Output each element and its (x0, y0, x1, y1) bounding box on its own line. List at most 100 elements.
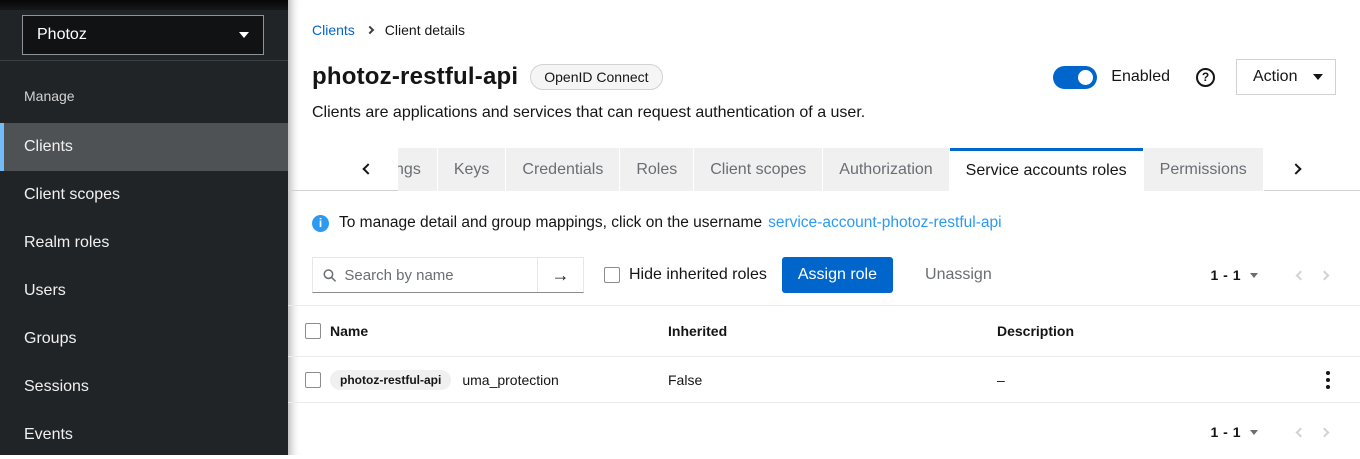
info-icon: i (312, 215, 329, 232)
help-icon[interactable]: ? (1196, 68, 1215, 87)
info-alert: i To manage detail and group mappings, c… (312, 214, 1336, 232)
chevron-right-icon (1319, 270, 1329, 280)
chevron-left-icon (1295, 270, 1305, 280)
unassign-button[interactable]: Unassign (925, 266, 992, 284)
action-dropdown-label: Action (1253, 68, 1297, 86)
header-controls: Enabled ? Action (1053, 59, 1336, 95)
hide-inherited-checkbox[interactable] (604, 267, 620, 283)
role-name-cell: photoz-restful-api uma_protection (330, 370, 668, 390)
action-dropdown[interactable]: Action (1236, 59, 1336, 95)
tab-service-accounts-roles[interactable]: Service accounts roles (950, 148, 1143, 191)
sidebar-item-events[interactable]: Events (0, 411, 288, 459)
pagination-bottom: 1 - 1 (1210, 424, 1336, 440)
enabled-label: Enabled (1111, 68, 1170, 86)
tab-client-scopes[interactable]: Client scopes (694, 148, 822, 191)
tab-scroll-right-button[interactable] (1264, 148, 1360, 191)
hide-inherited-group: Hide inherited roles (604, 266, 767, 284)
sidebar-item-sessions[interactable]: Sessions (0, 363, 288, 411)
tab-label: Authorization (839, 161, 932, 179)
assign-role-button[interactable]: Assign role (782, 257, 893, 293)
tab-authorization[interactable]: Authorization (823, 148, 948, 191)
chevron-down-icon (1250, 273, 1258, 278)
page-header: Clients Client details photoz-restful-ap… (288, 0, 1360, 122)
tabs-strip: Settings Keys Credentials Roles Client s… (398, 148, 1264, 191)
chevron-left-icon (362, 163, 373, 174)
service-account-roles-table: Name Inherited Description photoz-restfu… (288, 305, 1360, 403)
sidebar-nav: Clients Client scopes Realm roles Users … (0, 123, 288, 459)
toolbar: → Hide inherited roles Assign role Unass… (312, 257, 1336, 293)
role-name: uma_protection (462, 372, 559, 388)
breadcrumb-clients-link[interactable]: Clients (312, 22, 355, 38)
table-header-row: Name Inherited Description (288, 305, 1360, 357)
sidebar-item-clients[interactable]: Clients (0, 123, 288, 171)
chevron-right-icon (1319, 427, 1329, 437)
sidebar: Photoz Manage Clients Client scopes Real… (0, 0, 288, 455)
column-header-description: Description (997, 323, 1296, 339)
kebab-menu-icon[interactable] (1322, 367, 1334, 393)
column-header-inherited: Inherited (668, 323, 997, 339)
sidebar-item-label: Client scopes (24, 186, 120, 204)
search-icon (323, 268, 336, 283)
pagination-options-toggle[interactable]: 1 - 1 (1210, 267, 1258, 283)
breadcrumb-separator-icon (366, 26, 374, 34)
sidebar-item-label: Clients (24, 138, 73, 156)
search-group: → (312, 257, 584, 293)
tab-scroll-left-button[interactable] (288, 148, 398, 191)
sidebar-item-label: Realm roles (24, 234, 109, 252)
pagination-range: 1 - 1 (1210, 267, 1241, 283)
pagination-options-toggle[interactable]: 1 - 1 (1210, 424, 1258, 440)
main-content: Clients Client details photoz-restful-ap… (288, 0, 1360, 455)
tabs-bar: Settings Keys Credentials Roles Client s… (288, 148, 1360, 191)
pagination-prev-button[interactable] (1288, 272, 1312, 279)
title-row: photoz-restful-api OpenID Connect Enable… (312, 59, 1336, 95)
tab-keys[interactable]: Keys (438, 148, 506, 191)
breadcrumb: Clients Client details (312, 22, 1336, 38)
inherited-cell: False (668, 372, 997, 388)
alert-message: To manage detail and group mappings, cli… (339, 214, 762, 232)
tab-roles[interactable]: Roles (620, 148, 693, 191)
description-cell: – (997, 372, 1296, 388)
pagination-range: 1 - 1 (1210, 424, 1241, 440)
sidebar-item-client-scopes[interactable]: Client scopes (0, 171, 288, 219)
chevron-down-icon (239, 32, 249, 38)
sidebar-top-shadow (0, 0, 288, 10)
hide-inherited-label[interactable]: Hide inherited roles (629, 266, 767, 284)
chevron-right-icon (1290, 163, 1301, 174)
chevron-down-icon (1250, 430, 1258, 435)
tab-label: Roles (636, 161, 677, 179)
sidebar-item-groups[interactable]: Groups (0, 315, 288, 363)
select-all-checkbox[interactable] (305, 323, 321, 339)
tab-settings[interactable]: Settings (398, 148, 437, 191)
search-field (313, 258, 537, 292)
tab-content: i To manage detail and group mappings, c… (288, 214, 1360, 293)
search-input[interactable] (344, 267, 527, 284)
pagination-next-button[interactable] (1312, 272, 1336, 279)
tab-permissions[interactable]: Permissions (1144, 148, 1263, 191)
pagination-prev-button[interactable] (1288, 429, 1312, 436)
sidebar-item-realm-roles[interactable]: Realm roles (0, 219, 288, 267)
tab-label: Client scopes (710, 161, 806, 179)
realm-selector[interactable]: Photoz (22, 15, 264, 55)
sidebar-item-users[interactable]: Users (0, 267, 288, 315)
chevron-left-icon (1295, 427, 1305, 437)
protocol-badge: OpenID Connect (530, 64, 662, 90)
tab-credentials[interactable]: Credentials (506, 148, 619, 191)
page-description: Clients are applications and services th… (312, 104, 1336, 122)
sidebar-item-label: Sessions (24, 378, 89, 396)
service-account-link[interactable]: service-account-photoz-restful-api (768, 214, 1001, 232)
table-row: photoz-restful-api uma_protection False … (288, 357, 1360, 403)
search-submit-button[interactable]: → (537, 258, 583, 292)
sidebar-item-label: Groups (24, 330, 76, 348)
nav-section-title: Manage (0, 61, 288, 104)
enabled-toggle[interactable] (1053, 66, 1097, 89)
tab-label: Settings (398, 161, 421, 179)
row-checkbox[interactable] (305, 372, 321, 388)
chevron-down-icon (1313, 74, 1323, 80)
sidebar-item-label: Users (24, 282, 66, 300)
client-badge: photoz-restful-api (330, 370, 451, 390)
column-header-name: Name (330, 323, 668, 339)
tab-label: Keys (454, 161, 490, 179)
toggle-knob-icon (1078, 70, 1093, 85)
pagination-top: 1 - 1 (1210, 267, 1336, 283)
pagination-next-button[interactable] (1312, 429, 1336, 436)
